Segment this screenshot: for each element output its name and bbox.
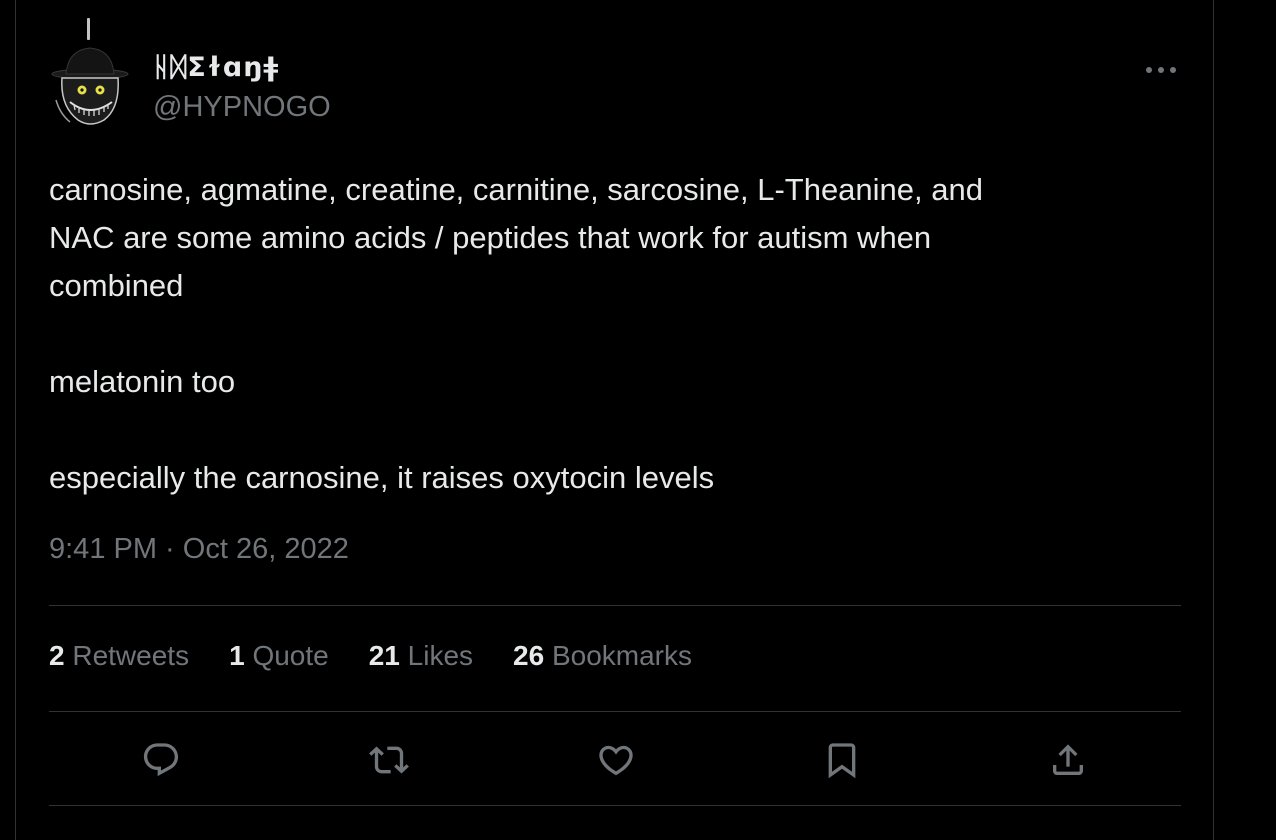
tweet-paragraph: carnosine, agmatine, creatine, carnitine… [49, 172, 983, 303]
quotes-label: Quote [252, 640, 329, 671]
bookmarks-count: 26 [513, 640, 545, 671]
likes-label: Likes [407, 640, 474, 671]
bookmarks-stat[interactable]: 26 Bookmarks [513, 640, 692, 672]
divider [49, 711, 1181, 712]
likes-stat[interactable]: 21 Likes [369, 640, 473, 672]
divider [49, 605, 1181, 606]
tweet-paragraph: especially the carnosine, it raises oxyt… [49, 460, 715, 495]
retweets-count: 2 [49, 640, 65, 671]
bookmark-button[interactable] [812, 730, 872, 790]
share-icon [1053, 744, 1083, 775]
quotes-count: 1 [229, 640, 245, 671]
column-border-right [1213, 0, 1214, 840]
quotes-stat[interactable]: 1 Quote [229, 640, 329, 672]
thread-line [87, 18, 90, 40]
like-button[interactable] [586, 730, 646, 790]
bookmarks-label: Bookmarks [551, 640, 693, 671]
creepy-hat-face-avatar-icon [51, 47, 129, 125]
retweets-label: Retweets [72, 640, 190, 671]
column-border-left [15, 0, 16, 840]
retweet-icon [369, 746, 409, 774]
retweet-button[interactable] [359, 730, 419, 790]
tweet-text: carnosine, agmatine, creatine, carnitine… [49, 166, 1159, 502]
reply-icon [143, 743, 179, 777]
share-button[interactable] [1038, 730, 1098, 790]
tweet-actions [49, 730, 1181, 790]
reply-button[interactable] [131, 730, 191, 790]
bookmark-icon [828, 743, 856, 779]
author-handle[interactable]: @HYPNOGO [153, 91, 331, 124]
more-dots-icon [1146, 67, 1176, 73]
heart-icon [599, 745, 633, 776]
tweet-paragraph: melatonin too [49, 364, 236, 399]
tweet-timestamp[interactable]: 9:41 PM · Oct 26, 2022 [49, 533, 349, 566]
tweet-stats: 2 Retweets 1 Quote 21 Likes 26 Bookmarks [49, 640, 732, 672]
author-display-name[interactable]: ᚺᛞΣɫɑŋǂ [153, 52, 279, 83]
divider [49, 805, 1181, 806]
likes-count: 21 [368, 640, 400, 671]
retweets-stat[interactable]: 2 Retweets [49, 640, 189, 672]
avatar[interactable] [48, 44, 132, 128]
more-options-button[interactable] [1138, 52, 1184, 88]
